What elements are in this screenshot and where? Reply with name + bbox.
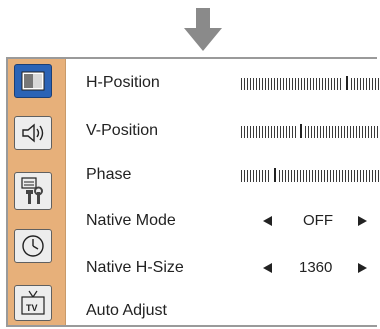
right-arrow-icon[interactable] (358, 216, 367, 226)
v-position-slider[interactable] (241, 124, 379, 138)
tv-icon[interactable]: TV (14, 285, 52, 321)
native-mode-value: OFF (303, 212, 333, 229)
picture-icon[interactable] (14, 64, 52, 98)
native-mode-label: Native Mode (86, 212, 176, 229)
phase-slider[interactable] (241, 168, 379, 182)
speaker-icon[interactable] (14, 116, 52, 150)
right-arrow-icon[interactable] (358, 263, 367, 273)
down-arrow-icon (182, 8, 224, 52)
h-position-label: H-Position (86, 74, 160, 91)
h-position-row[interactable]: H-Position (86, 71, 379, 95)
v-position-row[interactable]: V-Position (86, 119, 379, 143)
h-position-slider[interactable] (241, 76, 379, 90)
clock-icon[interactable] (14, 229, 52, 263)
svg-text:TV: TV (26, 303, 38, 313)
native-mode-row[interactable]: Native Mode OFF (86, 209, 369, 233)
native-h-size-label: Native H-Size (86, 259, 184, 276)
osd-menu: TV H-Position V-Position Phase Native Mo… (6, 57, 379, 327)
auto-adjust-label: Auto Adjust (86, 302, 167, 319)
v-position-label: V-Position (86, 122, 159, 139)
left-arrow-icon[interactable] (263, 263, 272, 273)
setup-tools-icon[interactable] (14, 172, 52, 210)
slider-marker (274, 168, 276, 182)
native-h-size-value: 1360 (299, 259, 333, 276)
left-arrow-icon[interactable] (263, 216, 272, 226)
native-h-size-row[interactable]: Native H-Size 1360 (86, 256, 369, 280)
auto-adjust-row[interactable]: Auto Adjust (86, 299, 369, 323)
slider-marker (346, 76, 348, 90)
phase-row[interactable]: Phase (86, 163, 379, 187)
phase-label: Phase (86, 166, 132, 183)
sidebar: TV (8, 59, 66, 325)
slider-marker (300, 124, 302, 138)
